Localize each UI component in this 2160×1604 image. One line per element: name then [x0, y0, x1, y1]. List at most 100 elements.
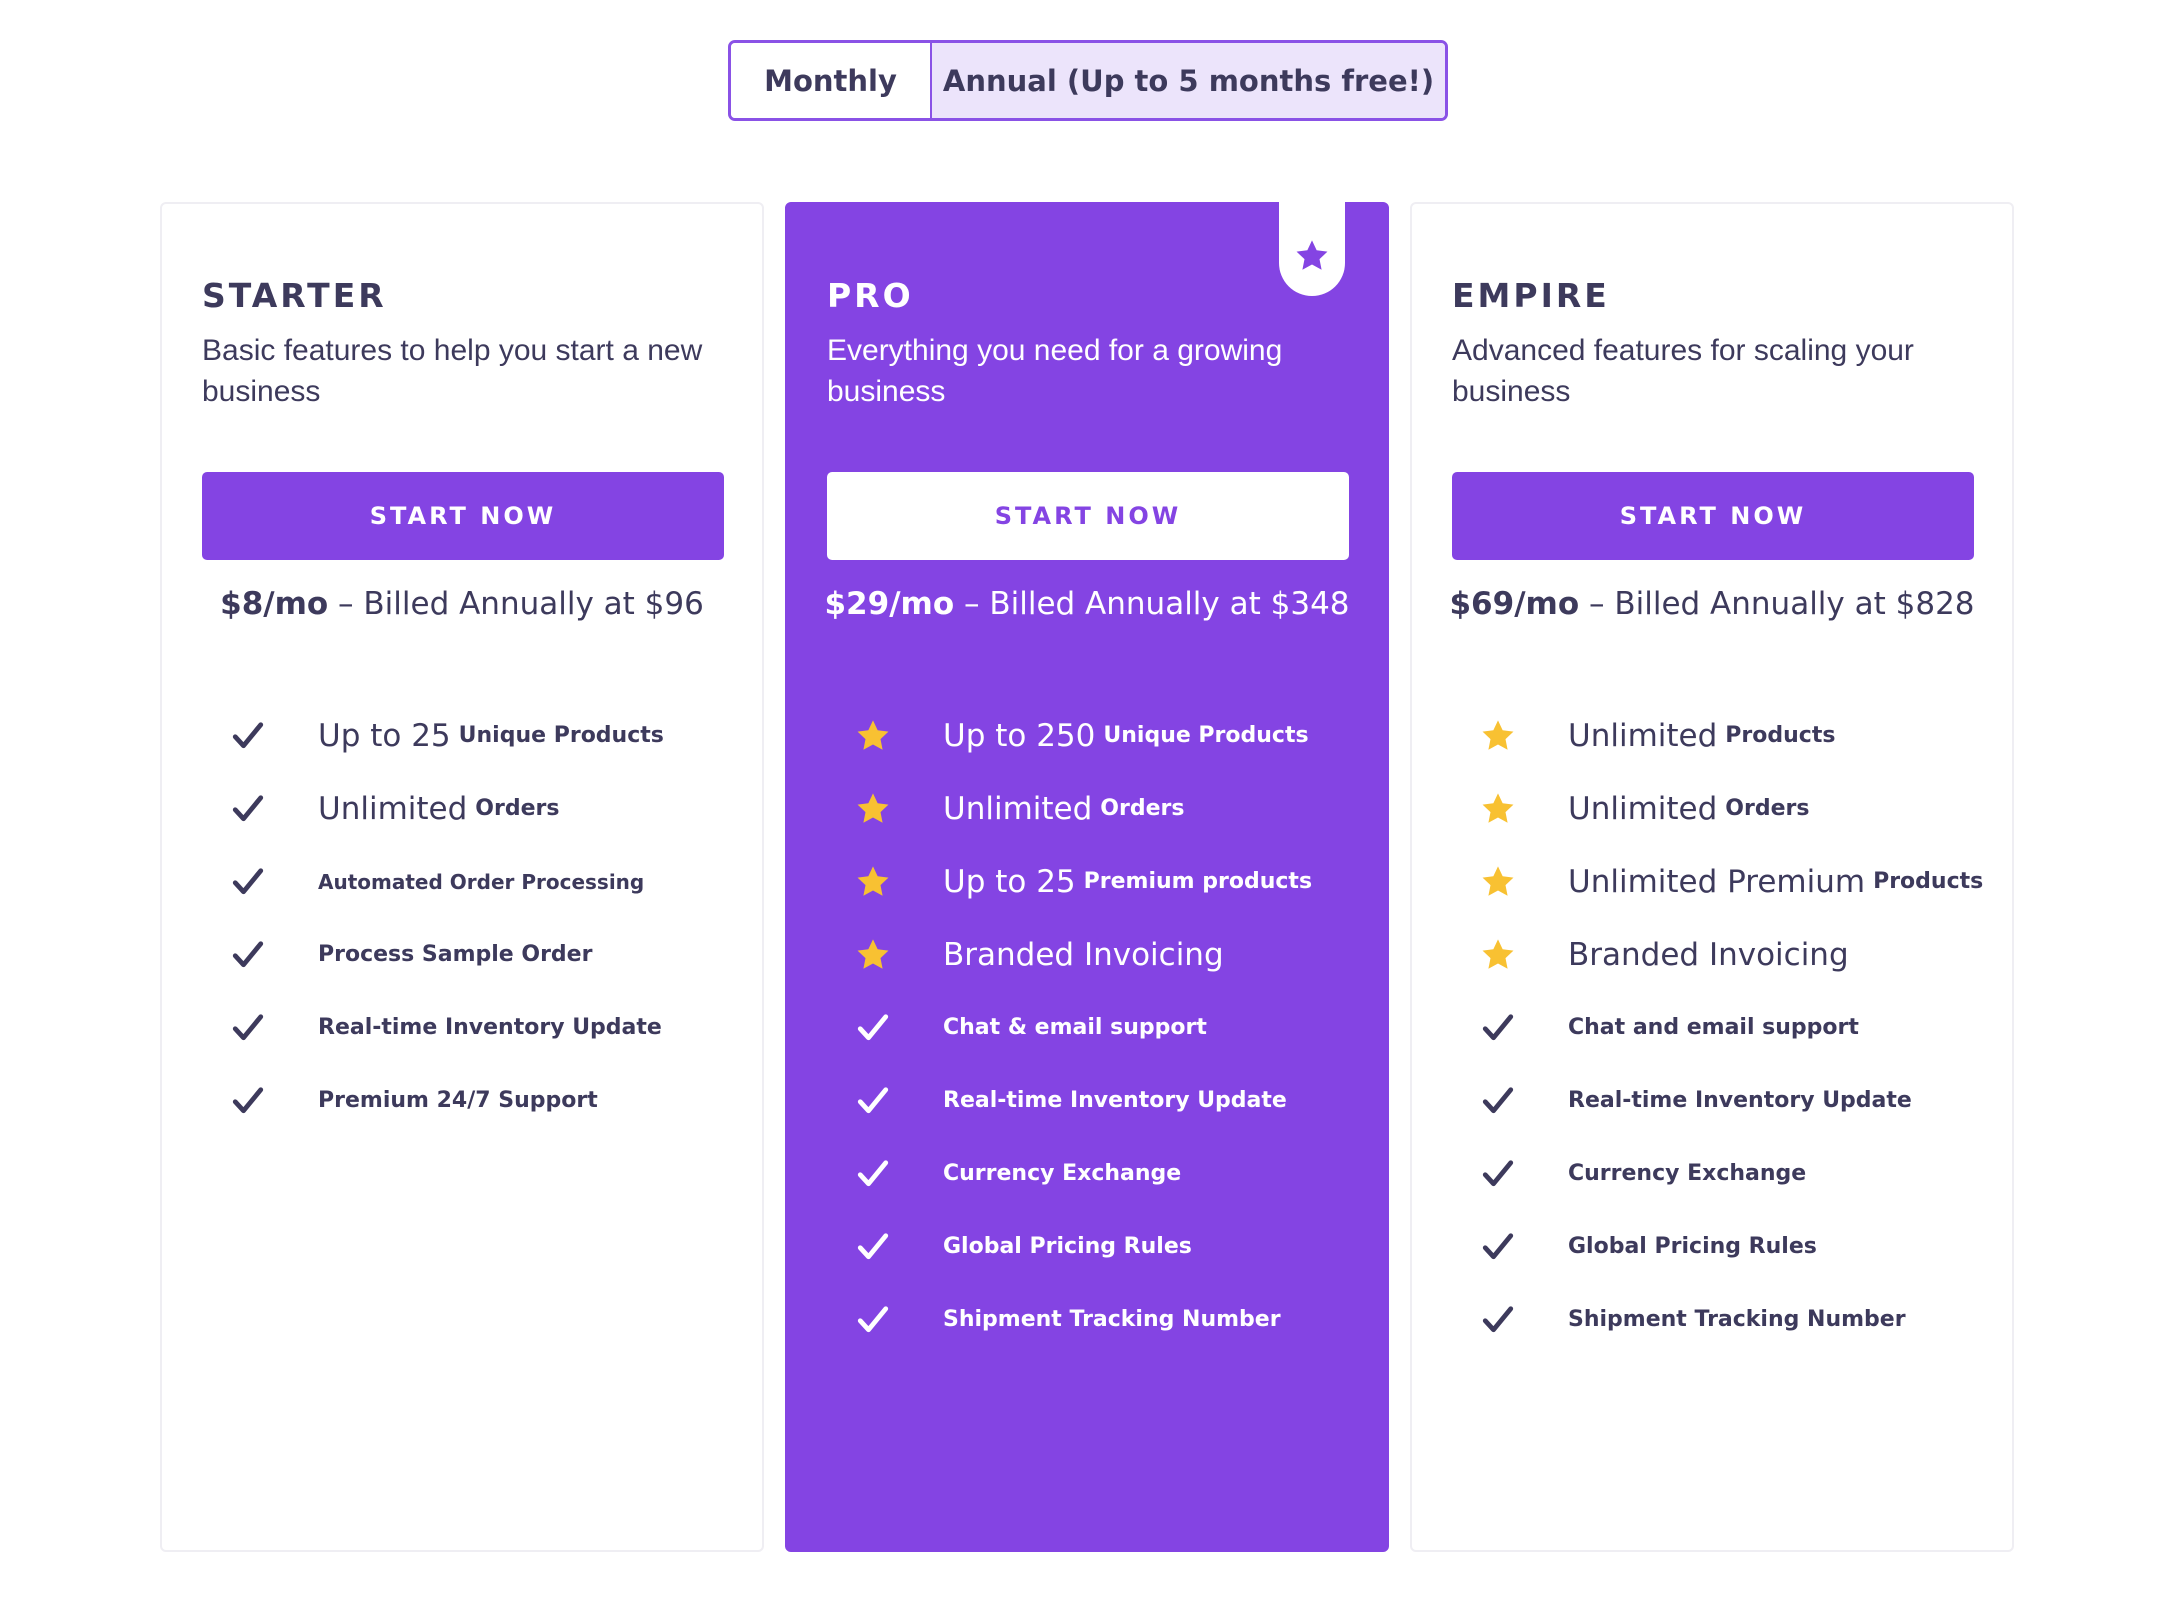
- feature-main-text: Unlimited: [1568, 717, 1718, 754]
- price-amount: $69/mo: [1449, 586, 1580, 622]
- price-line: $29/mo – Billed Annually at $348: [787, 586, 1387, 622]
- feature-item: Real-time Inventory Update: [1480, 1064, 1983, 1137]
- star-icon: [1482, 719, 1514, 750]
- check-icon: [232, 1086, 264, 1113]
- feature-item: Unlimited Products: [1480, 699, 1983, 772]
- star-icon: [857, 938, 889, 969]
- feature-main-text: Up to 250: [943, 717, 1096, 754]
- feature-item: Up to 25 Premium products: [855, 845, 1312, 918]
- feature-sub-text: Orders: [475, 796, 560, 821]
- feature-main-text: Unlimited: [943, 790, 1093, 827]
- start-now-button[interactable]: START NOW: [827, 472, 1349, 560]
- check-icon: [1482, 1086, 1514, 1113]
- feature-sub-text: Orders: [1100, 796, 1185, 821]
- feature-main-text: Branded Invoicing: [1568, 936, 1849, 973]
- price-line: $69/mo – Billed Annually at $828: [1412, 586, 2012, 622]
- feature-sub-text: Products: [1873, 869, 1984, 894]
- feature-sub-text: Real-time Inventory Update: [318, 1015, 662, 1040]
- feature-sub-text: Unique Products: [1103, 723, 1309, 748]
- annual-option[interactable]: Annual (Up to 5 months free!): [932, 43, 1445, 118]
- feature-sub-text: Unique Products: [458, 723, 664, 748]
- feature-sub-text: Chat & email support: [943, 1015, 1207, 1040]
- star-icon: [1296, 240, 1328, 270]
- feature-item: Up to 250 Unique Products: [855, 699, 1312, 772]
- star-icon: [857, 865, 889, 896]
- feature-item: Shipment Tracking Number: [855, 1283, 1312, 1356]
- feature-sub-text: Chat and email support: [1568, 1015, 1859, 1040]
- feature-sub-text: Currency Exchange: [1568, 1161, 1807, 1186]
- feature-item: Premium 24/7 Support: [230, 1064, 664, 1137]
- start-now-button[interactable]: START NOW: [202, 472, 724, 560]
- check-icon: [232, 1013, 264, 1040]
- feature-sub-text: Global Pricing Rules: [943, 1234, 1192, 1259]
- feature-item: Unlimited Orders: [855, 772, 1312, 845]
- feature-item: Currency Exchange: [855, 1137, 1312, 1210]
- feature-item: Real-time Inventory Update: [230, 991, 664, 1064]
- price-amount: $29/mo: [824, 586, 955, 622]
- check-icon: [1482, 1305, 1514, 1332]
- feature-item: Branded Invoicing: [1480, 918, 1983, 991]
- feature-sub-text: Currency Exchange: [943, 1161, 1182, 1186]
- plan-name: STARTER: [202, 276, 387, 315]
- check-icon: [232, 721, 264, 748]
- feature-sub-text: Real-time Inventory Update: [1568, 1088, 1912, 1113]
- feature-sub-text: Shipment Tracking Number: [1568, 1307, 1906, 1332]
- check-icon: [857, 1013, 889, 1040]
- feature-item: Shipment Tracking Number: [1480, 1283, 1983, 1356]
- feature-sub-text: Process Sample Order: [318, 942, 593, 967]
- check-icon: [232, 940, 264, 967]
- check-icon: [857, 1086, 889, 1113]
- feature-sub-text: Global Pricing Rules: [1568, 1234, 1817, 1259]
- featured-badge: [1279, 202, 1345, 296]
- billing-note: – Billed Annually at $348: [954, 586, 1350, 622]
- plan-name: PRO: [827, 276, 914, 315]
- star-icon: [1482, 938, 1514, 969]
- feature-item: Global Pricing Rules: [855, 1210, 1312, 1283]
- feature-item: Unlimited Premium Products: [1480, 845, 1983, 918]
- feature-item: Up to 25 Unique Products: [230, 699, 664, 772]
- feature-item: Process Sample Order: [230, 918, 664, 991]
- feature-main-text: Unlimited: [318, 790, 468, 827]
- plan-description: Advanced features for scaling your busin…: [1452, 334, 1914, 408]
- feature-sub-text: Automated Order Processing: [318, 869, 645, 894]
- feature-main-text: Unlimited Premium: [1568, 863, 1866, 900]
- check-icon: [1482, 1232, 1514, 1259]
- check-icon: [1482, 1159, 1514, 1186]
- star-icon: [1482, 792, 1514, 823]
- feature-sub-text: Real-time Inventory Update: [943, 1088, 1287, 1113]
- check-icon: [1482, 1013, 1514, 1040]
- feature-list: Unlimited Products Unlimited Orders Unlimite…: [1480, 699, 1983, 1356]
- feature-item: Currency Exchange: [1480, 1137, 1983, 1210]
- plan-card-pro: PRO Everything you need for a growing bu…: [785, 202, 1389, 1552]
- plan-description: Everything you need for a growing busine…: [827, 334, 1283, 408]
- plan-card-starter: STARTER Basic features to help you start…: [160, 202, 764, 1552]
- feature-sub-text: Premium products: [1083, 869, 1313, 894]
- plan-description: Basic features to help you start a new b…: [202, 334, 703, 408]
- billing-note: – Billed Annually at $96: [328, 586, 704, 622]
- feature-item: Branded Invoicing: [855, 918, 1312, 991]
- monthly-option[interactable]: Monthly: [731, 43, 932, 118]
- feature-main-text: Branded Invoicing: [943, 936, 1224, 973]
- feature-list: Up to 25 Unique Products Unlimited Orders Au…: [230, 699, 664, 1137]
- star-icon: [857, 719, 889, 750]
- feature-item: Chat & email support: [855, 991, 1312, 1064]
- price-line: $8/mo – Billed Annually at $96: [162, 586, 762, 622]
- feature-sub-text: Shipment Tracking Number: [943, 1307, 1281, 1332]
- feature-list: Up to 250 Unique Products Unlimited Orders U…: [855, 699, 1312, 1356]
- feature-main-text: Up to 25: [943, 863, 1076, 900]
- feature-item: Unlimited Orders: [1480, 772, 1983, 845]
- check-icon: [857, 1159, 889, 1186]
- price-amount: $8/mo: [220, 586, 329, 622]
- check-icon: [857, 1305, 889, 1332]
- check-icon: [232, 794, 264, 821]
- feature-main-text: Unlimited: [1568, 790, 1718, 827]
- feature-item: Automated Order Processing: [230, 845, 664, 918]
- feature-sub-text: Products: [1725, 723, 1836, 748]
- feature-item: Global Pricing Rules: [1480, 1210, 1983, 1283]
- star-icon: [1482, 865, 1514, 896]
- plan-name: EMPIRE: [1452, 276, 1610, 315]
- billing-toggle[interactable]: Monthly Annual (Up to 5 months free!): [728, 40, 1448, 121]
- feature-sub-text: Premium 24/7 Support: [318, 1088, 598, 1113]
- start-now-button[interactable]: START NOW: [1452, 472, 1974, 560]
- check-icon: [857, 1232, 889, 1259]
